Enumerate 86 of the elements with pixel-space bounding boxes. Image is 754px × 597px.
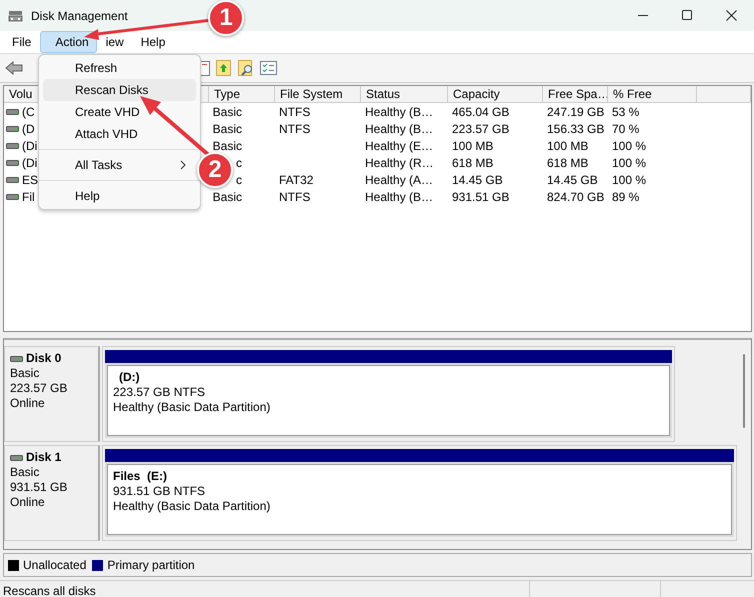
menu-item[interactable]: Refresh [43, 57, 196, 79]
menu-item[interactable]: Help [43, 185, 196, 207]
partition-box[interactable]: Files (E:) 931.51 GB NTFS Healthy (Basic Data Partition) [105, 462, 734, 537]
back-arrow-icon[interactable] [5, 61, 23, 75]
table-cell-text: Healthy (B… [364, 104, 434, 118]
menu-item[interactable]: File [4, 31, 40, 53]
table-cell: (D [22, 122, 35, 136]
table-cell-text: FAT32 [278, 172, 314, 186]
close-icon[interactable] [726, 10, 737, 21]
table-cell: ES [22, 172, 38, 186]
table-cell-text: 70 % [611, 122, 640, 136]
volume-drive-icon [6, 175, 19, 184]
column-header[interactable]: File System [275, 86, 361, 103]
legend-label: Primary partition [107, 558, 195, 572]
table-cell: c [236, 172, 242, 186]
table-cell-text: NTFS [278, 190, 312, 204]
table-cell-text: 14.45 GB [546, 172, 599, 186]
volume-drive-icon [6, 124, 19, 133]
column-header[interactable]: Status [361, 86, 448, 103]
properties-icon[interactable] [200, 60, 210, 76]
table-cell: Basic [212, 104, 242, 118]
disk-type: Basic [10, 465, 40, 480]
table-cell-text: 14.45 GB [451, 172, 504, 186]
table-cell-text: 931.51 GB [451, 190, 510, 204]
table-cell-text: 824.70 GB [546, 190, 606, 204]
table-cell-text: 53 % [611, 104, 640, 118]
table-cell-text: Healthy (E… [364, 138, 434, 152]
table-cell: Basic [212, 190, 242, 204]
disk-name: Disk 0 [26, 351, 62, 366]
table-cell-text: 100 % [611, 138, 648, 152]
disk-type: Basic [10, 366, 40, 381]
table-cell: (Di [22, 138, 38, 152]
table-cell-text: Healthy (B… [364, 190, 434, 204]
disk-size: 931.51 GB [10, 480, 68, 495]
disk-management-icon [8, 8, 23, 23]
table-cell-text: NTFS [278, 122, 312, 136]
table-cell-text: 247.19 GB [546, 104, 606, 118]
table-cell-text: NTFS [278, 104, 312, 118]
column-header[interactable]: Type [209, 86, 275, 103]
disk-status: Online [10, 396, 46, 411]
chevron-right-icon [180, 160, 186, 170]
table-cell-text: 618 MB [546, 156, 590, 170]
menu-item[interactable]: Rescan Disks [43, 79, 196, 101]
checklist-icon[interactable] [260, 61, 277, 75]
disk-drive-icon [10, 453, 23, 462]
table-cell-text: Healthy (A… [364, 172, 434, 186]
volume-drive-icon [6, 107, 19, 116]
table-cell: Basic [212, 122, 242, 136]
table-cell: c [236, 156, 242, 170]
menu-item[interactable]: Attach VHD [43, 123, 196, 145]
status-text: Rescans all disks [0, 581, 530, 597]
disk-status: Online [10, 495, 46, 510]
table-cell: (C [22, 104, 35, 118]
table-cell-text: 156.33 GB [546, 122, 606, 136]
column-header[interactable]: % Free [608, 86, 697, 103]
table-cell-text: 465.04 GB [451, 104, 510, 118]
volume-drive-icon [6, 192, 19, 201]
table-cell-text: 223.57 GB [451, 122, 510, 136]
menu-item[interactable]: Action [40, 31, 97, 53]
menu-item[interactable]: Help [132, 31, 174, 53]
table-cell-text: 100 MB [451, 138, 494, 152]
volume-drive-icon [6, 158, 19, 167]
table-cell: (Di [22, 156, 38, 170]
disk-size: 223.57 GB [10, 381, 68, 396]
table-cell-text: Healthy (R… [364, 156, 435, 170]
scrollbar-thumb[interactable] [743, 354, 745, 428]
window-title: Disk Management [31, 8, 128, 22]
folder-search-icon[interactable] [238, 59, 254, 77]
menu-item[interactable]: iew [98, 31, 132, 53]
table-cell-text: 618 MB [451, 156, 494, 170]
table-cell-text: 100 % [611, 156, 648, 170]
table-cell-text: Healthy (B… [364, 122, 434, 136]
table-cell-text: 89 % [611, 190, 640, 204]
disk-name: Disk 1 [26, 450, 62, 465]
volume-drive-icon [6, 141, 19, 150]
menu-item[interactable]: All Tasks [43, 154, 196, 176]
table-cell-text: 100 % [611, 172, 648, 186]
disk-drive-icon [10, 354, 23, 363]
partition-box[interactable]: (D:) 223.57 GB NTFS Healthy (Basic Data Partition) [105, 363, 672, 438]
menu-item[interactable]: Create VHD [43, 101, 196, 123]
table-cell: Fil [22, 190, 35, 204]
legend-label: Unallocated [23, 558, 86, 572]
column-header[interactable]: Capacity [448, 86, 543, 103]
table-cell: Basic [212, 138, 242, 152]
table-cell-text: 100 MB [546, 138, 590, 152]
maximize-icon[interactable] [682, 10, 692, 21]
